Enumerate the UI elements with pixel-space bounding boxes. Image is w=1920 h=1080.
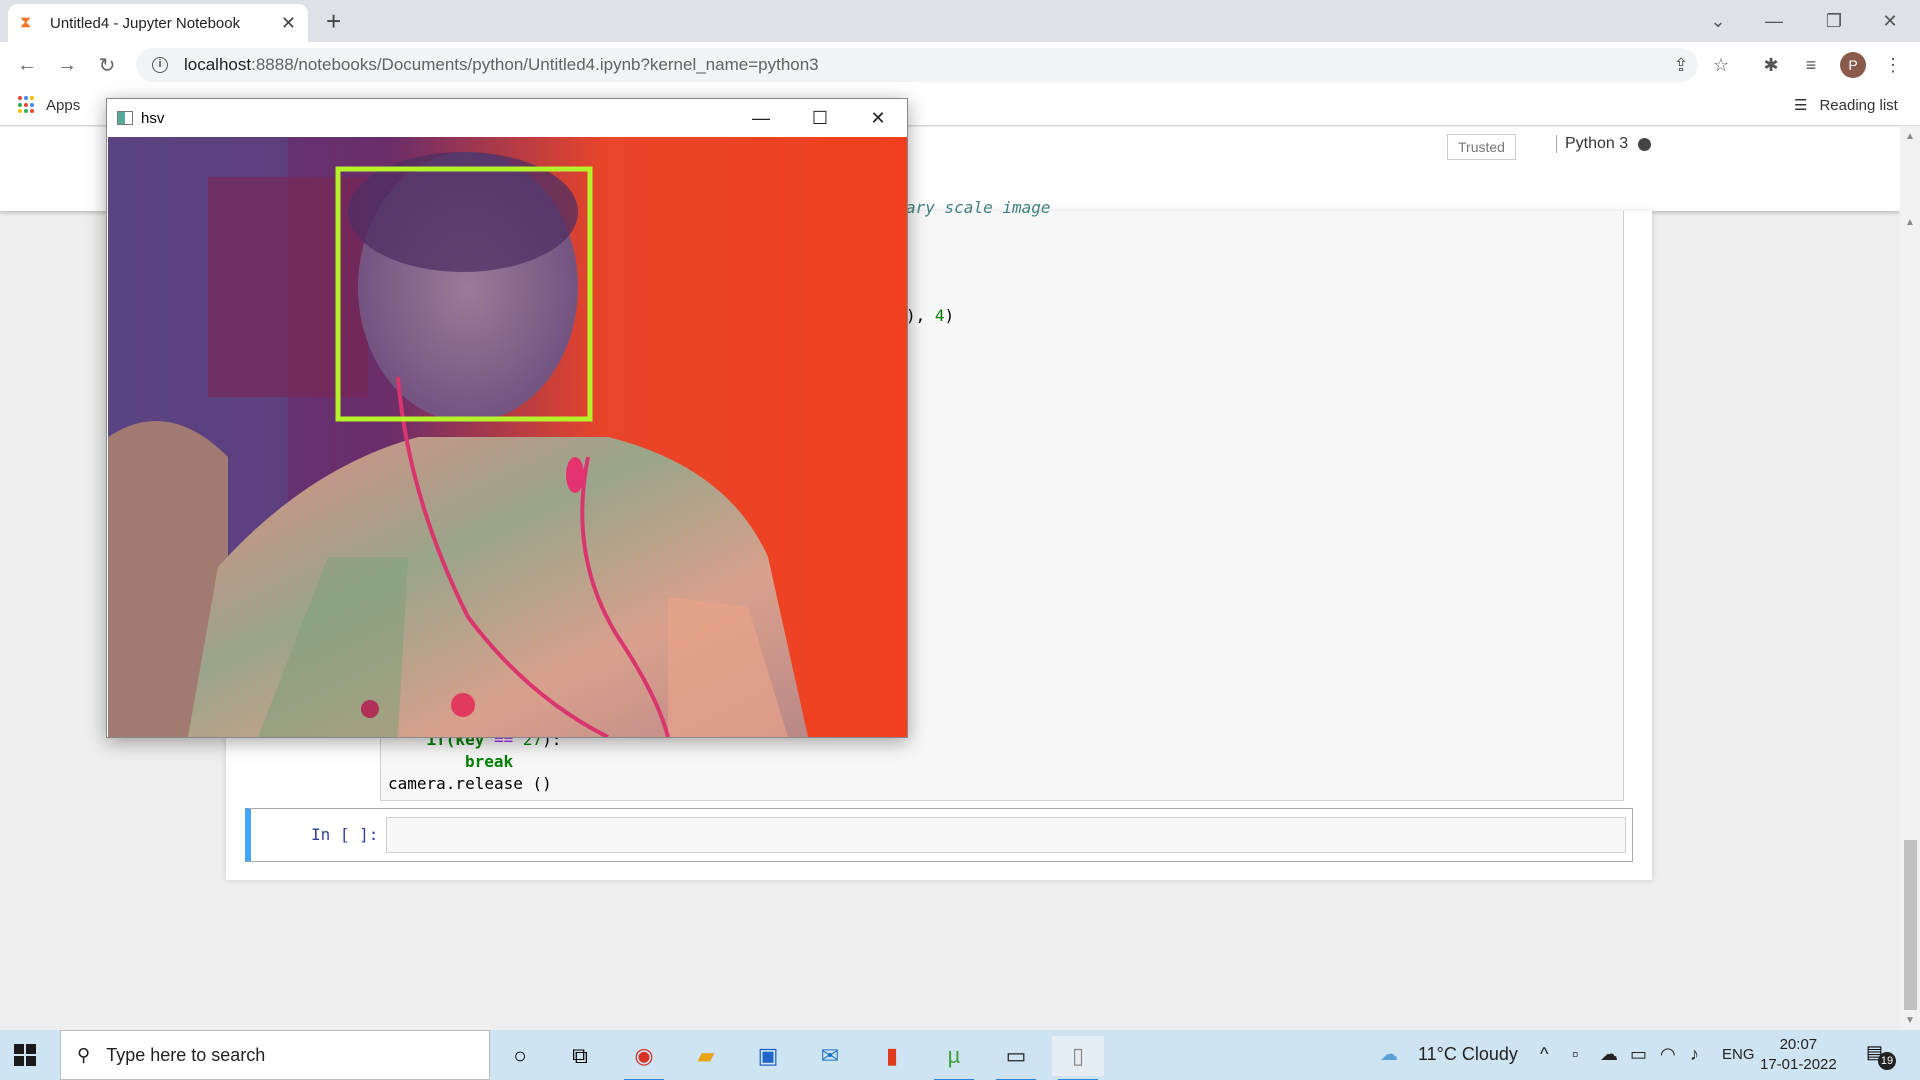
bookmark-star-icon[interactable]: ☆ (1708, 52, 1734, 78)
opencv-hsv-window[interactable]: hsv — ☐ ✕ (106, 98, 908, 738)
meet-now-icon[interactable]: ▫ (1572, 1044, 1578, 1065)
cortana-icon[interactable]: ○ (494, 1036, 546, 1076)
hsv-camera-image (108, 137, 907, 737)
search-placeholder: Type here to search (106, 1044, 266, 1065)
trusted-indicator[interactable]: Trusted (1447, 134, 1516, 160)
clock-time: 20:07 (1779, 1036, 1818, 1053)
window-app-icon (117, 111, 133, 125)
weather-icon[interactable]: ☁ (1380, 1044, 1398, 1065)
minimize-window-button[interactable]: — (732, 99, 790, 137)
clock-date: 17-01-2022 (1760, 1056, 1837, 1073)
tab-title: Untitled4 - Jupyter Notebook (50, 14, 241, 32)
media-control-icon[interactable]: ≡ (1798, 52, 1824, 78)
language-indicator[interactable]: ENG (1722, 1046, 1755, 1063)
scroll-up-icon[interactable]: ▲ (1905, 131, 1915, 142)
volume-icon[interactable]: ♪ (1690, 1044, 1699, 1065)
search-icon: ⚲ (77, 1044, 91, 1065)
hourglass-icon: ⧗ (20, 14, 32, 31)
url-host: localhost (184, 55, 252, 74)
minimize-browser-button[interactable]: — (1746, 0, 1802, 42)
file-explorer-icon[interactable]: ▰ (680, 1036, 732, 1076)
close-browser-button[interactable]: ✕ (1862, 0, 1918, 42)
reading-list-button[interactable]: ☰ Reading list (1794, 96, 1898, 115)
back-icon[interactable]: ← (12, 50, 42, 80)
blank-window-icon[interactable]: ▯ (1052, 1036, 1104, 1080)
maximize-window-button[interactable]: ☐ (791, 99, 849, 137)
page-scrollbar[interactable]: ▲ ▲ ▼ (1900, 127, 1920, 1030)
reading-list-icon: ☰ (1794, 97, 1808, 114)
url-path: :8888/notebooks/Documents/python/Untitle… (251, 55, 819, 74)
scroll-up-icon[interactable]: ▲ (1905, 217, 1915, 228)
show-hidden-icons-icon[interactable]: ^ (1540, 1044, 1548, 1065)
scrollbar-thumb[interactable] (1904, 840, 1917, 1010)
code-line-break: break (465, 752, 514, 771)
share-icon[interactable]: ⇪ (1668, 52, 1694, 78)
store-icon[interactable]: ▣ (742, 1036, 794, 1076)
windows-taskbar: ⚲ Type here to search ○ ⧉ ◉ ▰ ▣ ✉ ▮ µ ▭ … (0, 1030, 1920, 1080)
browser-tab-strip: ⧗ Untitled4 - Jupyter Notebook ✕ + ⌄ — ❐… (0, 0, 1920, 42)
notification-count: 19 (1878, 1052, 1896, 1070)
code-comment-fragment: ary scale image (906, 198, 1051, 217)
tab-jupyter[interactable]: ⧗ Untitled4 - Jupyter Notebook ✕ (8, 4, 308, 42)
task-view-icon[interactable]: ⧉ (554, 1036, 606, 1076)
chrome-taskbar-icon[interactable]: ◉ (618, 1036, 670, 1080)
camera-frame-image (108, 137, 907, 737)
code-number: 4 (934, 306, 945, 325)
kernel-indicator[interactable]: Python 3 (1556, 135, 1652, 153)
utorrent-icon[interactable]: µ (928, 1036, 980, 1080)
reload-icon[interactable]: ↻ (92, 50, 122, 80)
menu-icon[interactable]: ⋮ (1880, 52, 1906, 78)
empty-code-cell[interactable]: In [ ]: (245, 808, 1633, 862)
taskbar-clock[interactable]: 20:07 17-01-2022 (1760, 1035, 1837, 1075)
apps-grid-icon (18, 96, 36, 114)
restore-browser-button[interactable]: ❐ (1806, 0, 1862, 42)
info-icon[interactable]: i (152, 57, 168, 73)
mail-icon[interactable]: ✉ (804, 1036, 856, 1076)
reading-list-label: Reading list (1819, 96, 1898, 114)
apps-label: Apps (46, 96, 81, 114)
kernel-status-icon (1638, 137, 1652, 151)
code-text: ), (906, 306, 935, 325)
notification-icon[interactable]: ▤ 19 (1866, 1042, 1896, 1070)
onedrive-icon[interactable]: ☁ (1600, 1044, 1618, 1065)
close-tab-icon[interactable]: ✕ (281, 13, 296, 34)
weather-text[interactable]: 11°C Cloudy (1418, 1044, 1518, 1065)
wifi-icon[interactable]: ◠ (1660, 1044, 1676, 1065)
terminal-icon[interactable]: ▭ (990, 1036, 1042, 1080)
extensions-icon[interactable]: ✱ (1758, 52, 1784, 78)
close-window-button[interactable]: ✕ (849, 99, 907, 137)
forward-icon[interactable]: → (52, 50, 82, 80)
scroll-down-icon[interactable]: ▼ (1905, 1015, 1915, 1026)
browser-toolbar: ← → ↻ i localhost:8888/notebooks/Documen… (0, 42, 1920, 86)
start-button[interactable] (14, 1044, 36, 1066)
address-bar[interactable]: i localhost:8888/notebooks/Documents/pyt… (136, 48, 1698, 82)
tab-search-icon[interactable]: ⌄ (1690, 0, 1746, 42)
kernel-name: Python 3 (1565, 135, 1629, 152)
code-rectangle-fragment: ), 4) (906, 306, 954, 325)
cell-input-area[interactable] (386, 817, 1626, 853)
opencv-window-title: hsv (141, 109, 165, 127)
code-line-release: camera.release () (388, 774, 552, 793)
avatar[interactable]: P (1840, 52, 1866, 78)
new-tab-button[interactable]: + (326, 6, 341, 37)
battery-icon[interactable]: ▭ (1630, 1044, 1647, 1065)
apps-shortcut[interactable]: Apps (18, 96, 80, 114)
cell-prompt: In [ ]: (311, 825, 379, 844)
code-text: ) (944, 306, 955, 325)
taskbar-search-box[interactable]: ⚲ Type here to search (60, 1030, 490, 1080)
office-icon[interactable]: ▮ (866, 1036, 918, 1076)
